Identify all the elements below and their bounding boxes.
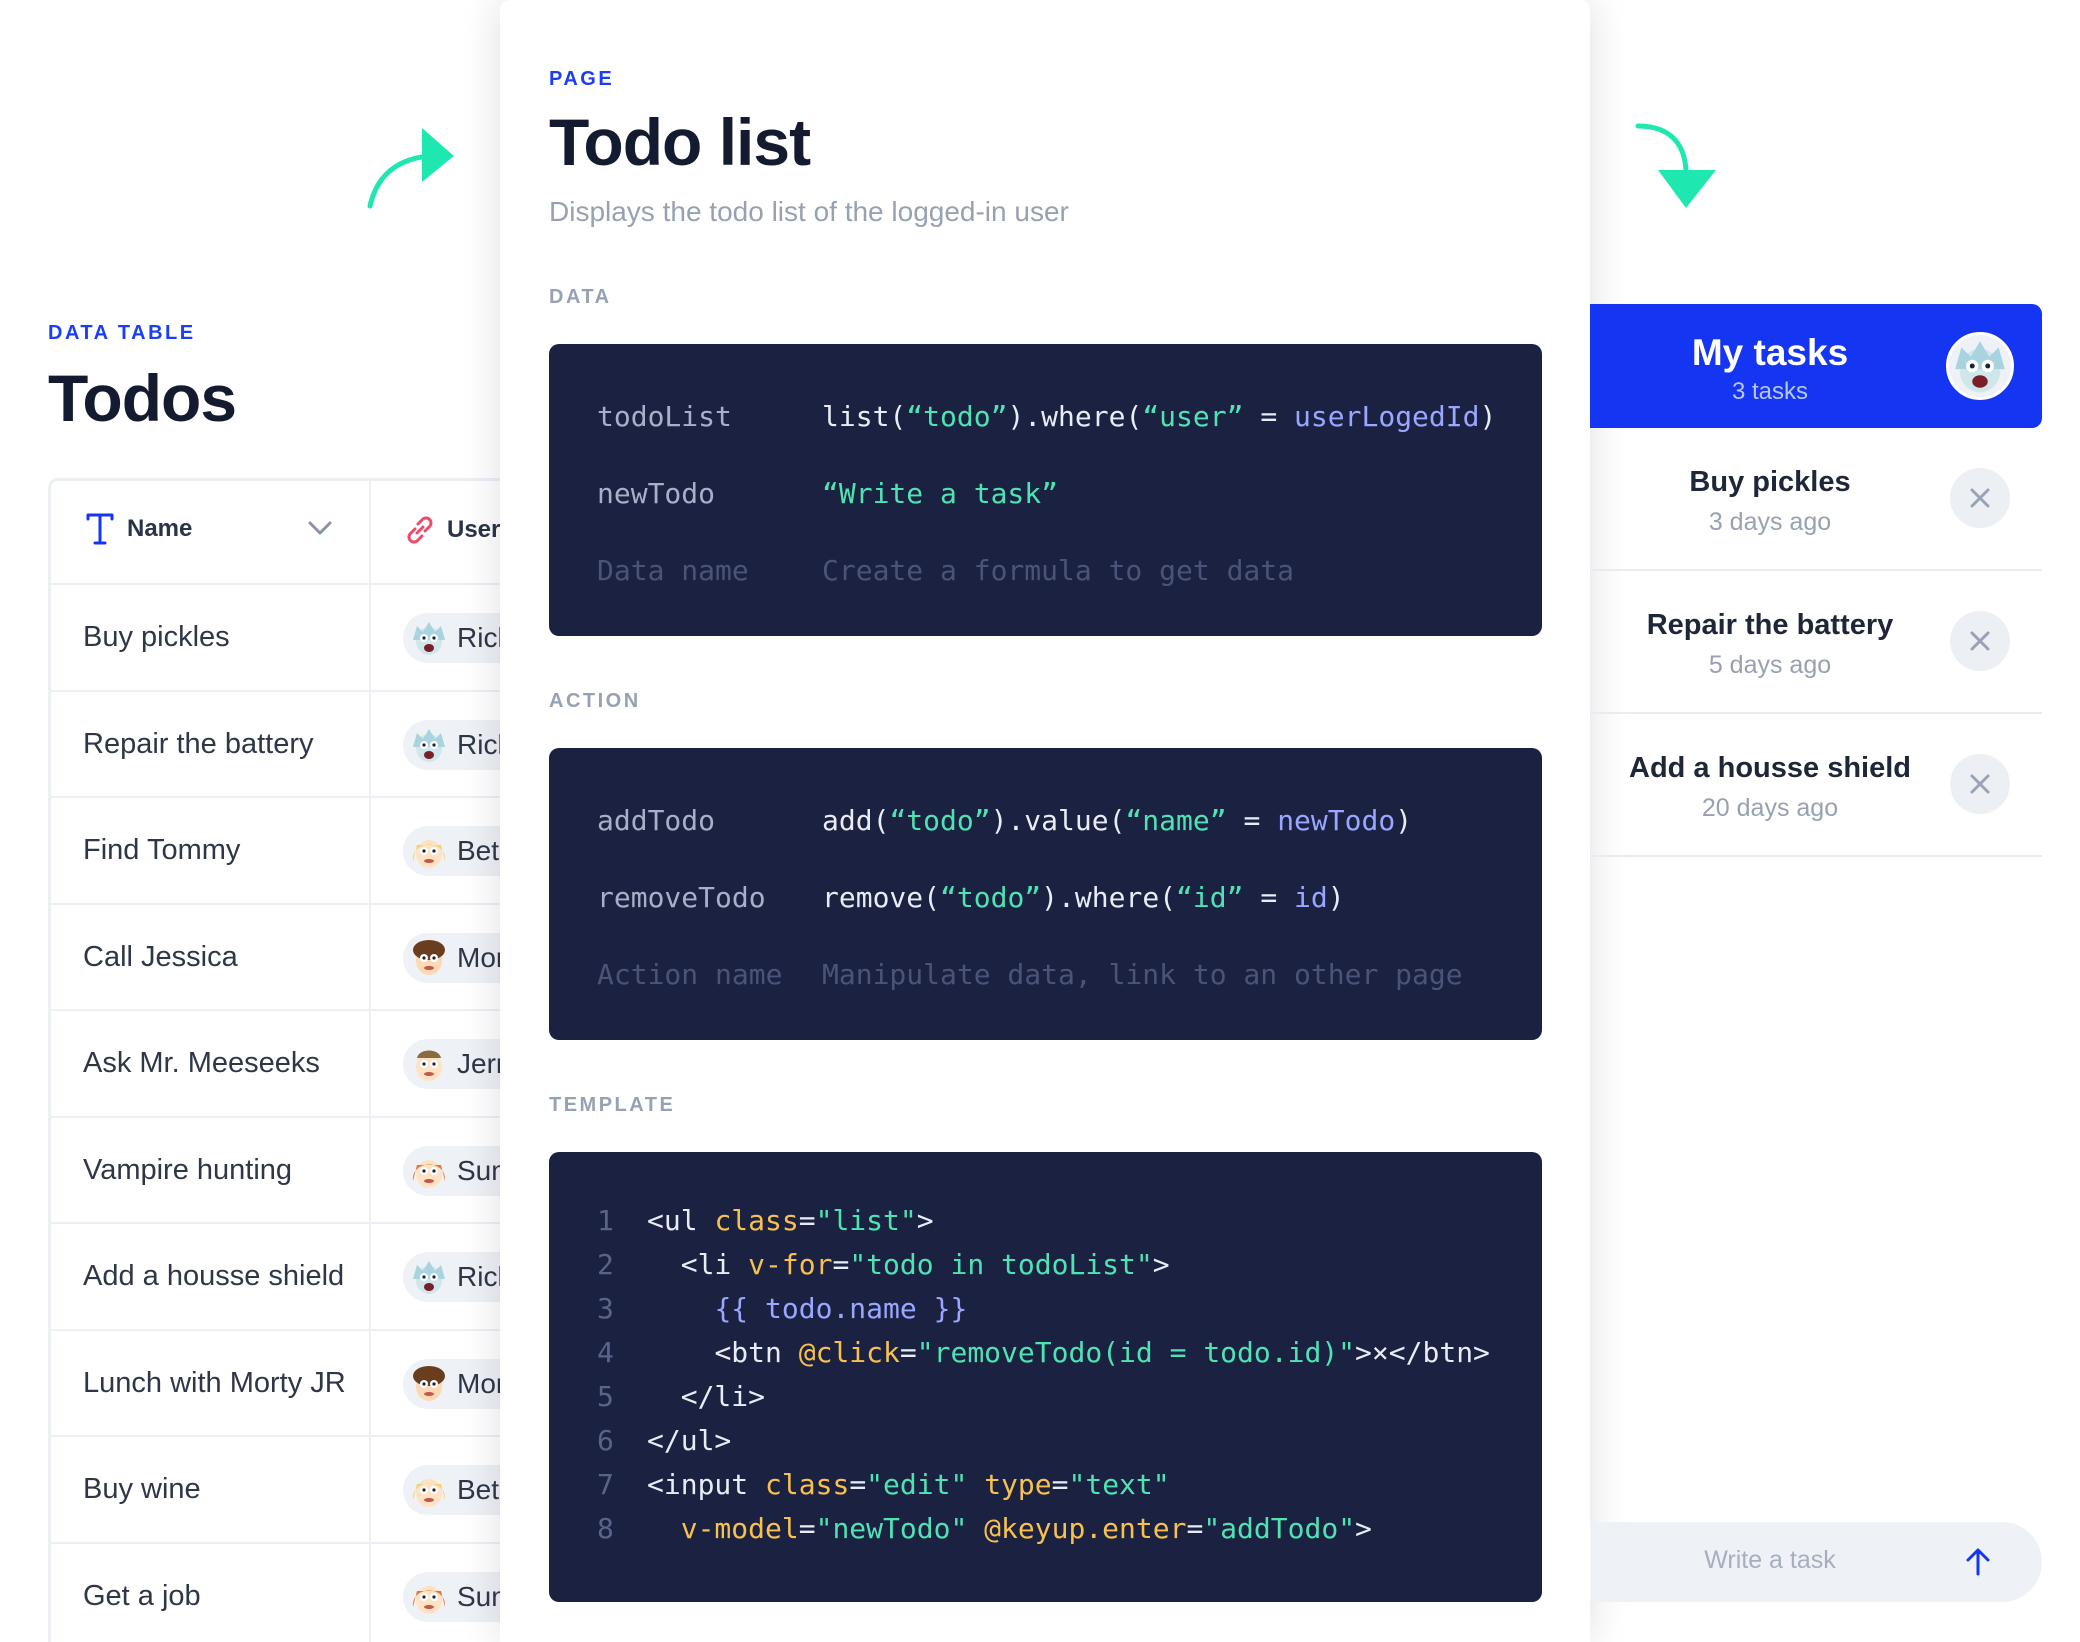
data-formula[interactable]: list(“todo”).where(“user” = userLogedId) — [822, 400, 1496, 433]
avatar — [409, 1576, 449, 1617]
template-line: 5 </li> — [597, 1380, 766, 1413]
task-date: 3 days ago — [1708, 508, 1832, 536]
table-row[interactable]: Vampire huntingSummer — [51, 1118, 563, 1224]
template-line: 6 </ul> — [597, 1424, 732, 1457]
page-title: Todo list — [549, 105, 811, 179]
action-name-placeholder[interactable]: Action name — [597, 958, 782, 991]
table-row[interactable]: Find Tommy Beth — [51, 798, 523, 905]
close-icon — [1970, 774, 1990, 794]
todo-name-cell[interactable]: Call Jessica — [83, 941, 238, 974]
arrow-up-icon — [1966, 1548, 1990, 1576]
page-subtitle: Displays the todo list of the logged-in … — [549, 196, 1069, 227]
data-section-label: DATA — [549, 286, 612, 308]
table-row[interactable]: Lunch with Morty JR Morty — [51, 1331, 527, 1437]
table-row[interactable]: Buy wine Beth — [51, 1437, 523, 1544]
chevron-down-icon[interactable] — [307, 519, 333, 537]
todo-name-cell[interactable]: Buy wine — [83, 1473, 201, 1506]
data-name-placeholder[interactable]: Data name — [597, 554, 749, 587]
column-header-name-label: Name — [127, 515, 193, 542]
avatar — [409, 724, 449, 765]
task-name: Add a housse shield — [1629, 752, 1911, 784]
column-header-name[interactable]: Name — [85, 513, 192, 545]
avatar — [409, 1044, 449, 1084]
table-row[interactable]: Ask Mr. Meeseeks Jerry — [51, 1011, 523, 1118]
data-table-panel: DATA TABLE Todos Name User Buy pickles R… — [0, 0, 563, 1642]
todo-name-cell[interactable]: Vampire hunting — [83, 1154, 292, 1187]
table-row[interactable]: Get a jobSummer — [51, 1544, 563, 1642]
task-date: 5 days ago — [1708, 651, 1832, 679]
action-key[interactable]: removeTodo — [597, 881, 766, 914]
template-line: 7 <input class="edit" type="text" — [597, 1468, 1170, 1501]
todo-name-cell[interactable]: Buy pickles — [83, 621, 230, 654]
template-line: 4 <btn @click="removeTodo(id = todo.id)"… — [597, 1336, 1490, 1369]
page-eyebrow: PAGE — [549, 68, 615, 90]
avatar — [409, 618, 449, 658]
avatar — [409, 1470, 449, 1510]
template-section-label: TEMPLATE — [549, 1094, 676, 1116]
my-tasks-header: My tasks 3 tasks — [1590, 304, 2042, 428]
task-item[interactable]: Add a housse shield 20 days ago — [1590, 714, 2042, 857]
delete-task-button[interactable] — [1950, 754, 2010, 814]
todo-name-cell[interactable]: Ask Mr. Meeseeks — [83, 1047, 320, 1080]
close-icon — [1970, 488, 1990, 508]
column-header-user-label: User — [447, 516, 501, 543]
template-code-block[interactable]: 1 <ul class="list"> 2 <li v-for="todo in … — [549, 1152, 1542, 1602]
delete-task-button[interactable] — [1950, 468, 2010, 528]
delete-task-button[interactable] — [1950, 611, 2010, 671]
todo-name-cell[interactable]: Repair the battery — [83, 728, 314, 761]
table-body: Buy pickles Rick Repair the battery Rick Fin… — [51, 585, 563, 1642]
task-date: 20 days ago — [1701, 794, 1839, 822]
column-header-user[interactable]: User — [403, 513, 500, 547]
action-key[interactable]: addTodo — [597, 804, 715, 837]
user-avatar[interactable] — [1946, 332, 2014, 400]
template-line: 8 v-model="newTodo" @keyup.enter="addTod… — [597, 1512, 1372, 1545]
close-icon — [1970, 631, 1990, 651]
new-task-input[interactable]: Write a task — [1590, 1522, 2042, 1602]
avatar — [409, 1363, 449, 1404]
my-tasks-title: My tasks — [1691, 332, 1849, 373]
task-count: 3 tasks — [1731, 378, 1809, 405]
avatar — [409, 937, 449, 978]
submit-task-button[interactable] — [1956, 1540, 2000, 1584]
task-name: Buy pickles — [1689, 466, 1851, 498]
avatar — [409, 1257, 449, 1297]
table-row[interactable]: Buy pickles Rick — [51, 585, 523, 692]
task-item[interactable]: Buy pickles 3 days ago — [1590, 428, 2042, 571]
action-section-label: ACTION — [549, 690, 641, 712]
data-table-title: Todos — [48, 361, 237, 435]
data-formula[interactable]: “Write a task” — [822, 477, 1058, 510]
action-formula[interactable]: add(“todo”).value(“name” = newTodo) — [822, 804, 1412, 837]
todo-name-cell[interactable]: Lunch with Morty JR — [83, 1367, 346, 1400]
page-card: PAGE Todo list Displays the todo list of… — [500, 0, 1590, 1642]
todo-name-cell[interactable]: Add a housse shield — [83, 1260, 344, 1293]
action-formula[interactable]: remove(“todo”).where(“id” = id) — [822, 881, 1345, 914]
table-row[interactable]: Repair the battery Rick — [51, 692, 523, 798]
data-formula-placeholder[interactable]: Create a formula to get data — [822, 554, 1294, 587]
avatar — [409, 831, 449, 871]
data-code-block[interactable]: todoList list(“todo”).where(“user” = use… — [549, 344, 1542, 636]
data-key[interactable]: todoList — [597, 400, 732, 433]
template-line: 3 {{ todo.name }} — [597, 1292, 968, 1325]
data-key[interactable]: newTodo — [597, 477, 715, 510]
avatar — [409, 1150, 449, 1191]
data-table-eyebrow: DATA TABLE — [48, 322, 196, 344]
link-icon — [407, 516, 433, 544]
todo-name-cell[interactable]: Find Tommy — [83, 834, 240, 867]
new-task-placeholder: Write a task — [1704, 1546, 1836, 1574]
todo-name-cell[interactable]: Get a job — [83, 1580, 201, 1613]
task-name: Repair the battery — [1646, 609, 1894, 641]
table-row[interactable]: Call Jessica Morty — [51, 905, 527, 1011]
table-row[interactable]: Add a housse shield Rick — [51, 1224, 523, 1331]
app-preview-panel: My tasks 3 tasks Buy pickles 3 days ago Re… — [1590, 0, 2080, 1642]
todos-table: Name User Buy pickles Rick Repair the batt… — [48, 478, 563, 1642]
table-header: Name User — [51, 481, 511, 585]
template-line: 1 <ul class="list"> — [597, 1204, 934, 1237]
template-line: 2 <li v-for="todo in todoList"> — [597, 1248, 1170, 1281]
action-code-block[interactable]: addTodo add(“todo”).value(“name” = newTo… — [549, 748, 1542, 1040]
action-formula-placeholder[interactable]: Manipulate data, link to an other page — [822, 958, 1463, 991]
task-item[interactable]: Repair the battery 5 days ago — [1590, 571, 2042, 714]
text-type-icon — [86, 513, 114, 545]
